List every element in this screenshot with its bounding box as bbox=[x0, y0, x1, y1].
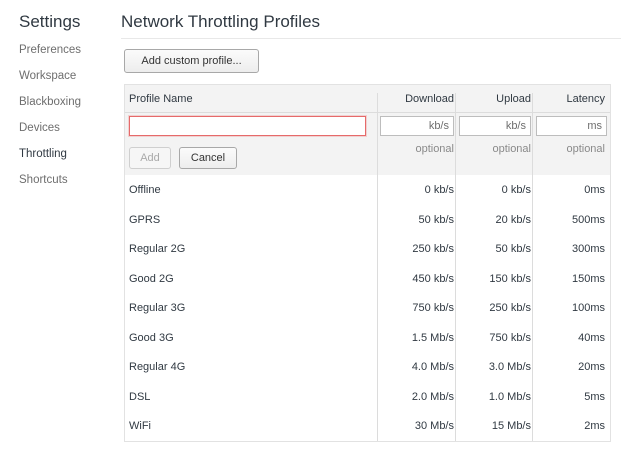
profile-latency: 300ms bbox=[571, 243, 605, 255]
profile-latency: 2ms bbox=[584, 420, 605, 432]
latency-optional-hint: optional bbox=[566, 143, 605, 155]
profile-upload: 50 kb/s bbox=[495, 243, 531, 255]
column-header-upload: Upload bbox=[496, 93, 531, 105]
column-header-latency: Latency bbox=[566, 93, 605, 105]
profile-upload: 20 kb/s bbox=[495, 213, 531, 226]
table-row[interactable]: Offline 0 kb/s 0 kb/s 0ms bbox=[125, 175, 610, 205]
profile-download: 1.5 Mb/s bbox=[411, 331, 454, 344]
profile-download: 2.0 Mb/s bbox=[411, 390, 454, 403]
table-row[interactable]: DSL 2.0 Mb/s 1.0 Mb/s 5ms bbox=[125, 382, 610, 412]
column-divider-upload bbox=[455, 93, 456, 441]
profile-name: Offline bbox=[129, 184, 161, 196]
profile-upload: 750 kb/s bbox=[489, 331, 531, 344]
profile-latency: 5ms bbox=[584, 390, 605, 403]
download-input[interactable] bbox=[380, 116, 454, 136]
column-header-profile-name: Profile Name bbox=[129, 93, 193, 105]
upload-optional-hint: optional bbox=[492, 143, 531, 155]
profile-latency: 0ms bbox=[584, 184, 605, 196]
profile-upload: 3.0 Mb/s bbox=[488, 361, 531, 373]
title-divider bbox=[121, 38, 621, 39]
profile-latency: 20ms bbox=[578, 361, 605, 373]
profile-latency: 40ms bbox=[578, 331, 605, 344]
table-row[interactable]: GPRS 50 kb/s 20 kb/s 500ms bbox=[125, 205, 610, 235]
download-optional-hint: optional bbox=[415, 143, 454, 155]
profile-download: 4.0 Mb/s bbox=[411, 361, 454, 373]
profile-name: Regular 3G bbox=[129, 302, 186, 314]
add-custom-profile-button[interactable]: Add custom profile... bbox=[124, 49, 259, 73]
profile-name-input[interactable] bbox=[129, 116, 366, 136]
profile-download: 30 Mb/s bbox=[414, 420, 454, 432]
add-profile-button[interactable]: Add bbox=[129, 147, 171, 169]
column-divider-download bbox=[377, 93, 378, 441]
page-title: Network Throttling Profiles bbox=[121, 12, 321, 31]
latency-input[interactable] bbox=[536, 116, 607, 136]
profile-name: WiFi bbox=[129, 420, 151, 432]
profile-latency: 500ms bbox=[571, 213, 605, 226]
table-header: Profile Name Download Upload Latency bbox=[125, 85, 610, 113]
profile-name: Regular 4G bbox=[129, 361, 186, 373]
profile-name: DSL bbox=[129, 390, 151, 403]
settings-sidebar: Settings Preferences Workspace Blackboxi… bbox=[0, 0, 112, 453]
sidebar-item-preferences[interactable]: Preferences bbox=[19, 43, 81, 69]
sidebar-item-blackboxing[interactable]: Blackboxing bbox=[19, 95, 81, 121]
profile-name: Good 2G bbox=[129, 272, 174, 285]
profile-download: 0 kb/s bbox=[424, 184, 454, 196]
profile-editor: optional optional optional Add Cancel bbox=[125, 113, 610, 175]
table-row[interactable]: Good 2G 450 kb/s 150 kb/s 150ms bbox=[125, 264, 610, 294]
profile-upload: 150 kb/s bbox=[489, 272, 531, 285]
profile-upload: 1.0 Mb/s bbox=[488, 390, 531, 403]
column-divider-latency bbox=[532, 93, 533, 441]
profile-download: 50 kb/s bbox=[418, 213, 454, 226]
column-header-download: Download bbox=[405, 93, 454, 105]
profile-latency: 150ms bbox=[571, 272, 605, 285]
profile-download: 750 kb/s bbox=[412, 302, 454, 314]
profile-latency: 100ms bbox=[571, 302, 605, 314]
sidebar-item-devices[interactable]: Devices bbox=[19, 121, 81, 147]
profile-upload: 250 kb/s bbox=[489, 302, 531, 314]
table-row[interactable]: WiFi 30 Mb/s 15 Mb/s 2ms bbox=[125, 411, 610, 441]
profile-download: 250 kb/s bbox=[412, 243, 454, 255]
throttling-panel: Network Throttling Profiles Add custom p… bbox=[121, 0, 626, 453]
table-row[interactable]: Regular 3G 750 kb/s 250 kb/s 100ms bbox=[125, 293, 610, 323]
settings-nav: Preferences Workspace Blackboxing Device… bbox=[19, 43, 81, 199]
profile-download: 450 kb/s bbox=[412, 272, 454, 285]
profile-upload: 15 Mb/s bbox=[491, 420, 531, 432]
table-row[interactable]: Regular 2G 250 kb/s 50 kb/s 300ms bbox=[125, 234, 610, 264]
profile-upload: 0 kb/s bbox=[501, 184, 531, 196]
settings-title: Settings bbox=[19, 12, 81, 31]
sidebar-item-workspace[interactable]: Workspace bbox=[19, 69, 81, 95]
table-row[interactable]: Good 3G 1.5 Mb/s 750 kb/s 40ms bbox=[125, 323, 610, 353]
table-row[interactable]: Regular 4G 4.0 Mb/s 3.0 Mb/s 20ms bbox=[125, 352, 610, 382]
sidebar-item-throttling[interactable]: Throttling bbox=[19, 147, 81, 173]
cancel-button[interactable]: Cancel bbox=[179, 147, 237, 169]
profiles-table: Profile Name Download Upload Latency opt… bbox=[124, 84, 611, 442]
upload-input[interactable] bbox=[459, 116, 531, 136]
profile-name: GPRS bbox=[129, 213, 161, 226]
sidebar-item-shortcuts[interactable]: Shortcuts bbox=[19, 173, 81, 199]
profile-name: Regular 2G bbox=[129, 243, 186, 255]
profile-name: Good 3G bbox=[129, 331, 174, 344]
